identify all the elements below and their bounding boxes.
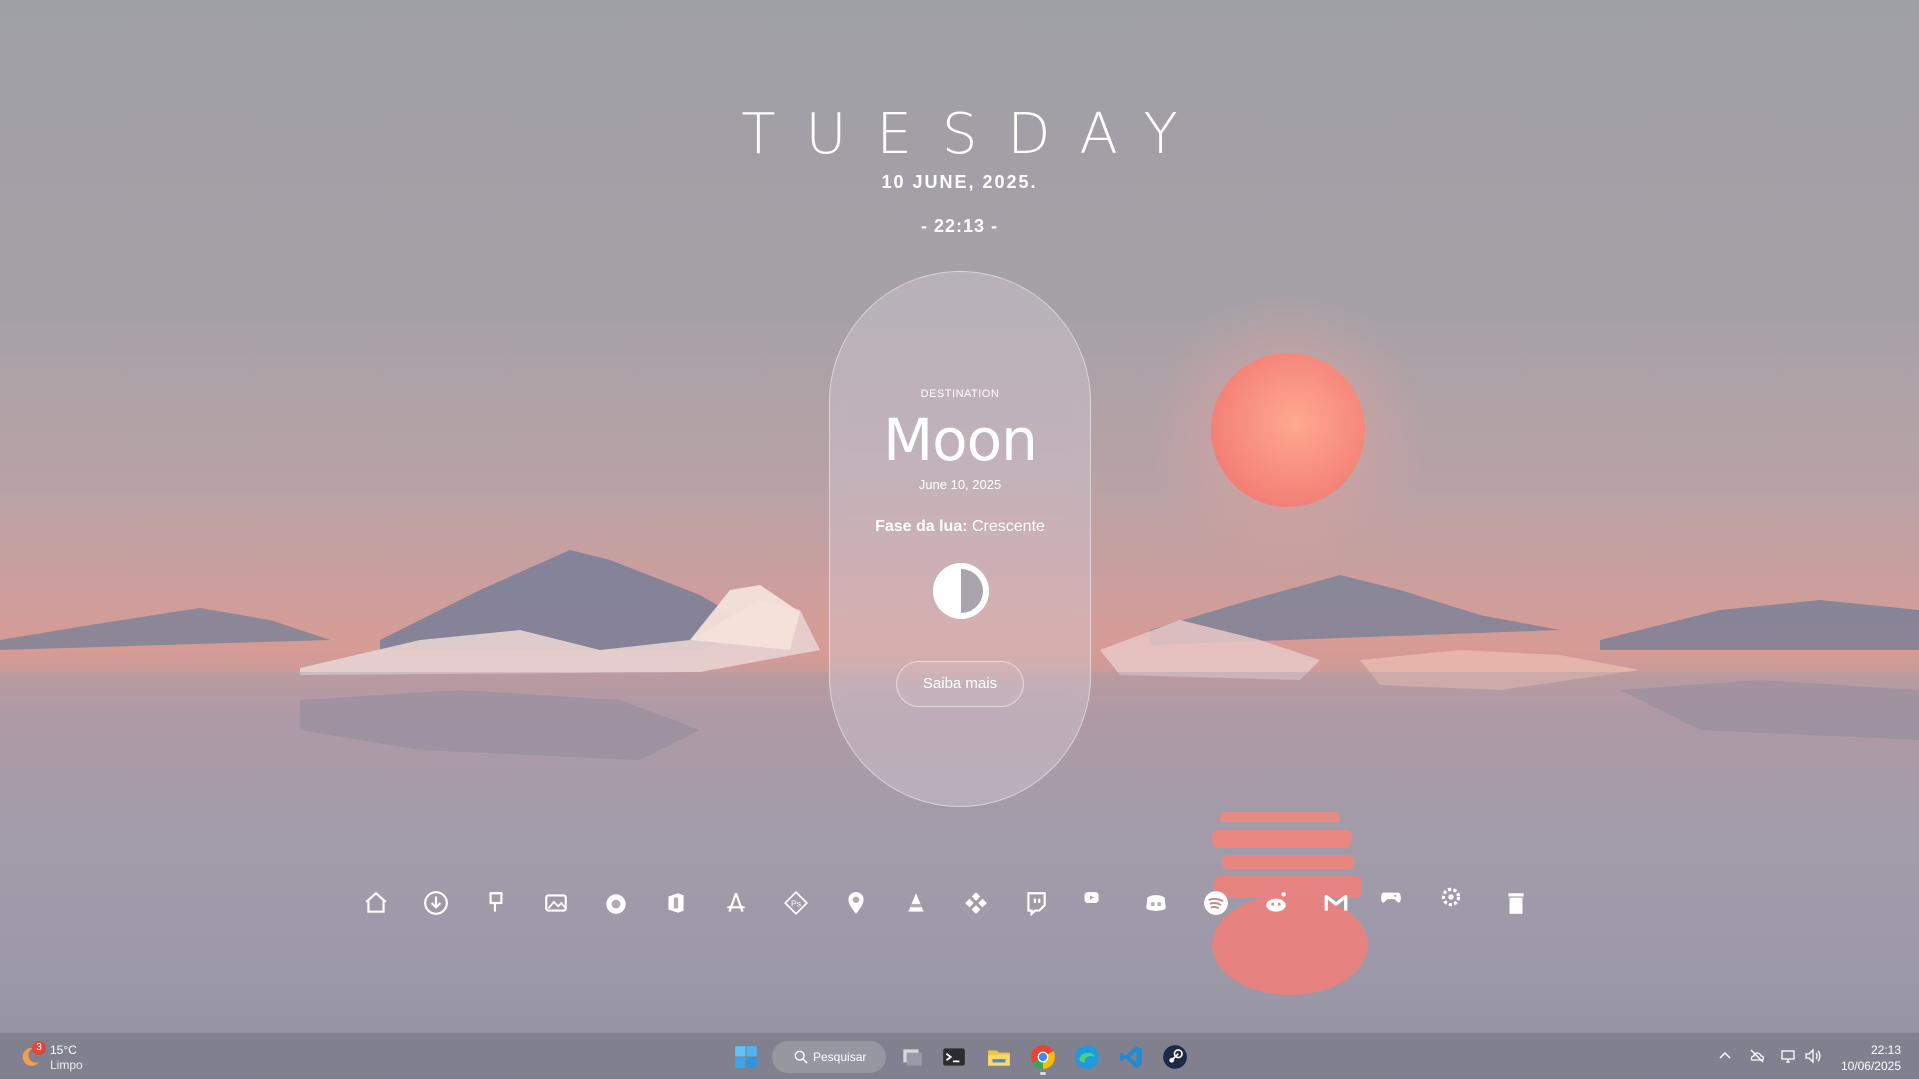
windows-start-button[interactable] <box>730 1041 762 1073</box>
download-icon[interactable] <box>421 888 451 918</box>
paint-brush-icon[interactable] <box>481 888 511 918</box>
kodi-icon[interactable] <box>961 888 991 918</box>
discord-icon[interactable] <box>1141 888 1171 918</box>
gamepad-icon[interactable] <box>1376 882 1406 912</box>
moon-phase-value: Crescente <box>972 518 1045 535</box>
map-pin-icon[interactable] <box>841 888 871 918</box>
edge-icon <box>1075 1045 1099 1069</box>
chevron-up-icon[interactable] <box>1716 1047 1734 1065</box>
icon-dock: Ps <box>0 887 1919 918</box>
chrome-app[interactable] <box>1027 1041 1059 1075</box>
moon-phase-icon <box>933 563 989 619</box>
network-icon[interactable] <box>1780 1047 1798 1065</box>
twitch-icon[interactable] <box>1021 888 1051 918</box>
settings-icon[interactable] <box>1436 882 1466 912</box>
moon-phase-label: Fase da lua: <box>875 518 968 535</box>
weather-temperature: 15°C <box>50 1043 77 1057</box>
youtube-icon[interactable] <box>1076 888 1106 918</box>
task-view-button[interactable] <box>896 1041 928 1073</box>
office-icon[interactable] <box>661 888 691 918</box>
terminal-app[interactable] <box>938 1041 970 1073</box>
windows-icon <box>735 1046 757 1068</box>
steam-app[interactable] <box>1159 1041 1191 1073</box>
learn-more-button[interactable]: Saiba mais <box>896 661 1024 707</box>
volume-icon[interactable] <box>1804 1047 1822 1065</box>
edge-app[interactable] <box>1071 1041 1103 1073</box>
moon-phase: Fase da lua: Crescente <box>830 518 1090 536</box>
vscode-app[interactable] <box>1115 1041 1147 1073</box>
card-overline: DESTINATION <box>920 388 1000 400</box>
task-view-icon <box>903 1049 922 1066</box>
taskbar-search[interactable]: Pesquisar <box>772 1041 886 1073</box>
reddit-icon[interactable] <box>1261 888 1291 918</box>
search-label: Pesquisar <box>813 1050 867 1064</box>
weather-condition: Limpo <box>50 1058 83 1072</box>
active-indicator <box>1040 1072 1046 1075</box>
system-clock[interactable]: 22:13 10/06/2025 <box>1841 1042 1901 1074</box>
weather-badge: 3 <box>32 1041 46 1055</box>
svg-text:Ps: Ps <box>791 898 802 908</box>
photos-icon[interactable] <box>541 888 571 918</box>
home-icon[interactable] <box>361 888 391 918</box>
vlc-icon[interactable] <box>901 888 931 918</box>
acrobat-icon[interactable] <box>721 888 751 918</box>
weather-widget[interactable]: 3 15°C Limpo <box>18 1041 108 1073</box>
file-explorer-app[interactable] <box>983 1041 1015 1073</box>
time-text: - 22:13 - <box>920 216 999 236</box>
weekday-title: TUESDAY <box>741 102 1208 167</box>
clock-time: 22:13 <box>1870 1043 1901 1057</box>
gmail-icon[interactable] <box>1321 888 1351 918</box>
trash-icon[interactable] <box>1501 888 1531 918</box>
clock-date: 10/06/2025 <box>1840 1059 1901 1073</box>
card-date: June 10, 2025 <box>918 477 1002 492</box>
chrome-icon <box>1031 1045 1055 1069</box>
search-icon <box>794 1050 808 1064</box>
card-title: Moon <box>883 406 1038 474</box>
taskbar: 3 15°C Limpo Pesquisar 22:13 10/06/2025 <box>0 1032 1919 1079</box>
moon-widget-card: DESTINATION Moon June 10, 2025 Fase da l… <box>829 271 1091 807</box>
vscode-icon <box>1120 1046 1142 1068</box>
steam-icon <box>1163 1045 1187 1069</box>
firefox-icon[interactable] <box>601 888 631 918</box>
folder-icon <box>988 1050 1010 1066</box>
spotify-icon[interactable] <box>1201 888 1231 918</box>
date-text: 10 JUNE, 2025. <box>881 172 1038 192</box>
terminal-icon <box>943 1048 965 1066</box>
photoshop-icon[interactable]: Ps <box>781 888 811 918</box>
cloud-off-icon[interactable] <box>1748 1047 1766 1065</box>
